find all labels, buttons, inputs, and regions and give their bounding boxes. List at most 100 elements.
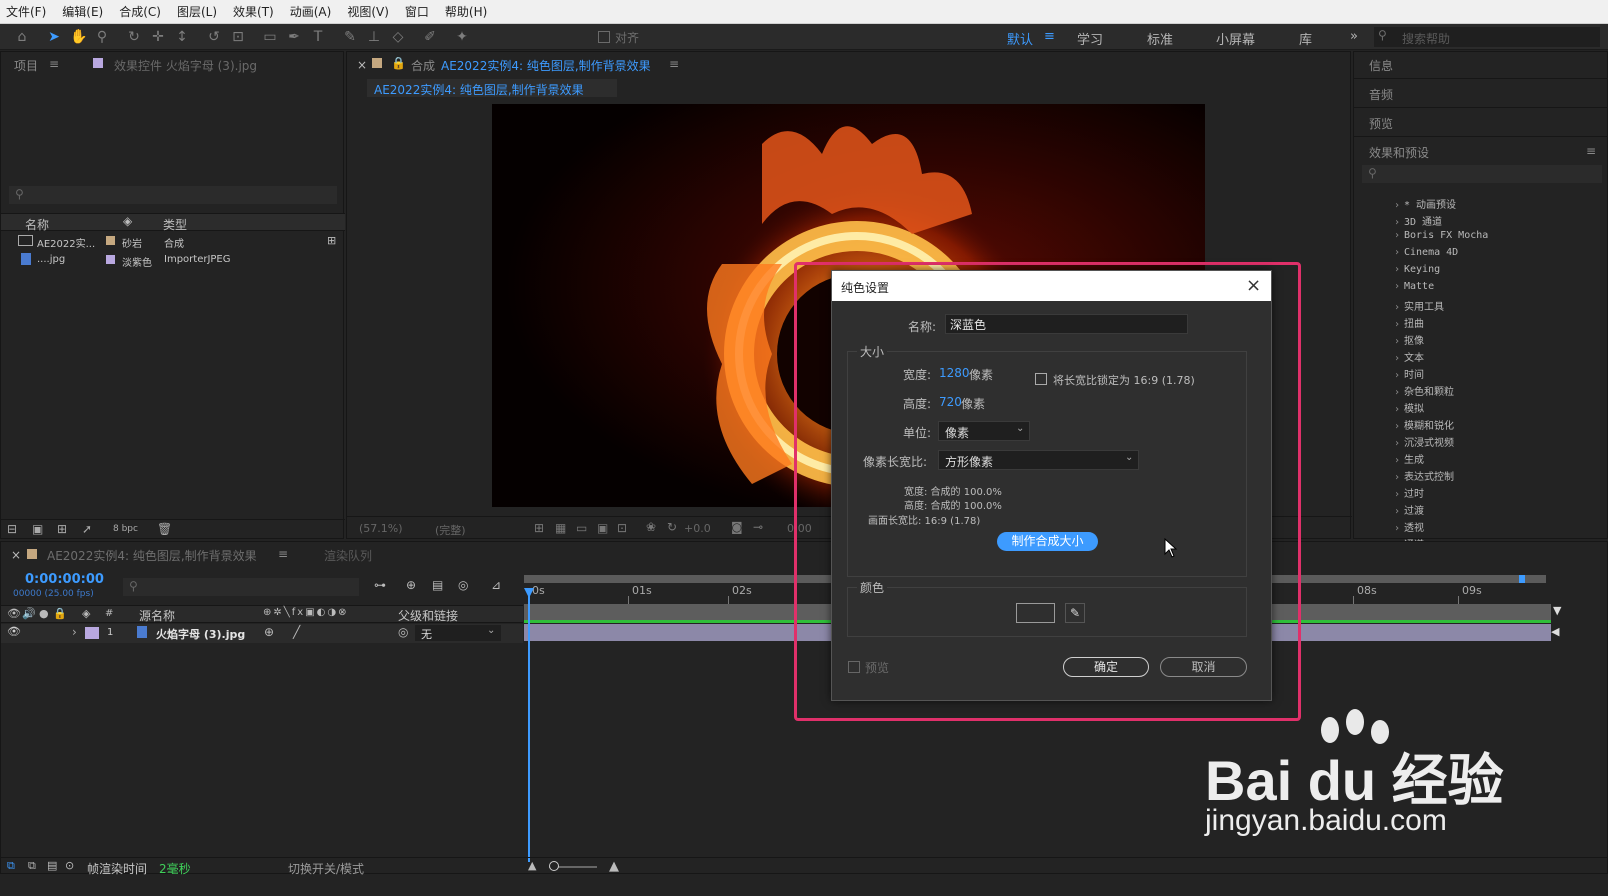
- switch-mode-toggle[interactable]: 切换开关/模式: [288, 860, 364, 877]
- effect-controls-tab[interactable]: 效果控件 火焰字母 (3).jpg: [114, 57, 257, 74]
- effects-category-item[interactable]: › 实用工具: [1394, 298, 1444, 313]
- close-icon[interactable]: ×: [1246, 275, 1261, 296]
- lock-icon[interactable]: 🔒: [391, 56, 406, 70]
- quality-switch-icon[interactable]: ╱: [293, 625, 300, 639]
- clone-stamp-tool-icon[interactable]: ⊥: [366, 29, 382, 45]
- workspace-learn[interactable]: 学习: [1077, 29, 1103, 48]
- region-of-interest-icon[interactable]: ▣: [597, 521, 608, 535]
- help-search[interactable]: ⚲ 搜索帮助: [1374, 27, 1600, 47]
- eraser-tool-icon[interactable]: ◇: [390, 29, 406, 45]
- menu-composition[interactable]: 合成(C): [119, 3, 161, 20]
- snapshot-camera-icon[interactable]: ◙: [731, 520, 743, 534]
- transparency-grid-icon[interactable]: ▦: [555, 521, 566, 535]
- trash-icon[interactable]: 🗑: [157, 522, 172, 536]
- project-item-jpg[interactable]: ....jpg 淡紫色 ImporterJPEG: [1, 251, 345, 270]
- color-channel-icon[interactable]: ❀: [646, 520, 656, 534]
- effects-category-item[interactable]: › Matte: [1394, 281, 1434, 292]
- comp-marker-bin-icon[interactable]: ▼: [1553, 604, 1561, 617]
- puppet-tool-icon[interactable]: ✦: [454, 29, 470, 45]
- width-value[interactable]: 1280: [939, 366, 970, 380]
- menu-animation[interactable]: 动画(A): [290, 3, 332, 20]
- effects-category-item[interactable]: › 过时: [1394, 485, 1424, 500]
- column-type[interactable]: 类型: [163, 216, 187, 233]
- height-value[interactable]: 720: [939, 395, 962, 409]
- hand-tool-icon[interactable]: ✋: [70, 29, 87, 45]
- brush-tool-icon[interactable]: ✎: [342, 29, 358, 45]
- mask-visibility-icon[interactable]: ▭: [576, 521, 587, 535]
- effects-category-item[interactable]: › 过渡: [1394, 502, 1424, 517]
- pixel-aspect-select[interactable]: 方形像素 ⌄: [938, 450, 1139, 470]
- parent-link-header[interactable]: 父级和链接: [398, 607, 458, 624]
- in-out-icon[interactable]: ▤: [47, 859, 57, 872]
- menu-window[interactable]: 窗口: [405, 3, 429, 20]
- menu-edit[interactable]: 编辑(E): [62, 3, 103, 20]
- workspace-menu-icon[interactable]: ≡: [1044, 29, 1055, 44]
- project-item-comp[interactable]: AE2022实... 砂岩 合成 ⊞: [1, 232, 345, 251]
- motion-blur-icon[interactable]: ◎: [458, 578, 468, 592]
- workspace-library[interactable]: 库: [1299, 29, 1312, 48]
- column-name[interactable]: 名称: [25, 216, 49, 233]
- audio-icon[interactable]: 🔊: [22, 607, 36, 620]
- more-workspaces-icon[interactable]: »: [1350, 29, 1358, 44]
- interpret-footage-icon[interactable]: ⊟: [7, 522, 17, 536]
- pan-tool-icon[interactable]: ✛: [150, 29, 166, 45]
- preview-panel-tab[interactable]: 预览: [1369, 115, 1393, 132]
- new-composition-icon[interactable]: ⊞: [57, 522, 67, 536]
- color-swatch[interactable]: [1016, 603, 1055, 623]
- reset-exposure-icon[interactable]: ↻: [667, 520, 677, 534]
- effects-category-item[interactable]: › Boris FX Mocha: [1394, 230, 1488, 241]
- eye-icon[interactable]: 👁: [7, 607, 21, 620]
- text-tool-icon[interactable]: T: [310, 29, 326, 45]
- render-queue-tab[interactable]: 渲染队列: [324, 547, 372, 564]
- anchor-tool-icon[interactable]: ⊡: [230, 29, 246, 45]
- shy-switch-icon[interactable]: ⊕: [264, 625, 274, 639]
- menu-effect[interactable]: 效果(T): [233, 3, 274, 20]
- effects-category-item[interactable]: › 杂色和颗粒: [1394, 383, 1454, 398]
- comp-subtab[interactable]: AE2022实例4: 纯色图层,制作背景效果: [367, 79, 617, 97]
- zoom-select[interactable]: (57.1%): [359, 522, 403, 535]
- effects-category-item[interactable]: › 文本: [1394, 349, 1424, 364]
- make-comp-size-button[interactable]: 制作合成大小: [997, 532, 1098, 551]
- flowchart-icon[interactable]: ⊞: [327, 234, 336, 247]
- expand-chevron-icon[interactable]: ›: [72, 625, 77, 639]
- exposure-value[interactable]: +0.0: [684, 522, 711, 535]
- effects-search-input[interactable]: ⚲: [1362, 165, 1602, 183]
- source-name-header[interactable]: 源名称: [139, 607, 175, 624]
- zoom-slider-handle[interactable]: [549, 861, 559, 871]
- workspace-standard[interactable]: 标准: [1147, 29, 1173, 48]
- home-icon[interactable]: ⌂: [14, 29, 30, 45]
- comp-flowchart-icon[interactable]: ⊶: [374, 578, 386, 592]
- rectangle-tool-icon[interactable]: ▭: [262, 29, 278, 45]
- zoom-tool-icon[interactable]: ⚲: [94, 29, 110, 45]
- info-panel-tab[interactable]: 信息: [1369, 57, 1393, 74]
- effects-category-item[interactable]: › Keying: [1394, 264, 1440, 275]
- cancel-button[interactable]: 取消: [1160, 657, 1247, 677]
- timeline-tab-menu-icon[interactable]: ≡: [278, 547, 288, 561]
- layer-name[interactable]: 火焰字母 (3).jpg: [156, 626, 245, 642]
- frame-blending-icon[interactable]: ▤: [432, 578, 443, 592]
- current-timecode[interactable]: 0:00:00:00: [25, 572, 104, 587]
- menu-layer[interactable]: 图层(L): [177, 3, 217, 20]
- audio-panel-tab[interactable]: 音频: [1369, 86, 1393, 103]
- project-tab-menu-icon[interactable]: ≡: [49, 57, 59, 71]
- rotate-tool-icon[interactable]: ↺: [206, 29, 222, 45]
- effects-category-item[interactable]: › 扭曲: [1394, 315, 1424, 330]
- comp-tab-menu-icon[interactable]: ≡: [669, 57, 679, 71]
- 3d-view-icon[interactable]: ⊡: [617, 521, 627, 535]
- solid-name-input[interactable]: [945, 314, 1188, 334]
- resolution-select[interactable]: (完整): [435, 522, 466, 538]
- zoom-in-icon[interactable]: ▲: [609, 859, 619, 874]
- lock-icon[interactable]: 🔒: [53, 607, 67, 620]
- unit-select[interactable]: 像素 ⌄: [938, 421, 1030, 441]
- selection-tool-icon[interactable]: ➤: [46, 29, 62, 45]
- effects-category-item[interactable]: › 抠像: [1394, 332, 1424, 347]
- effects-category-item[interactable]: › 模拟: [1394, 400, 1424, 415]
- orbit-tool-icon[interactable]: ↻: [126, 29, 142, 45]
- layer-end-icon[interactable]: ◀: [1551, 625, 1559, 638]
- render-time-icon[interactable]: ⊙: [65, 859, 74, 872]
- snap-checkbox[interactable]: [598, 31, 610, 43]
- roto-brush-icon[interactable]: ✐: [422, 29, 438, 45]
- fast-preview-icon[interactable]: ⊞: [534, 521, 544, 535]
- eyedropper-icon[interactable]: ✎: [1065, 603, 1085, 623]
- zoom-out-icon[interactable]: ▲: [528, 859, 536, 872]
